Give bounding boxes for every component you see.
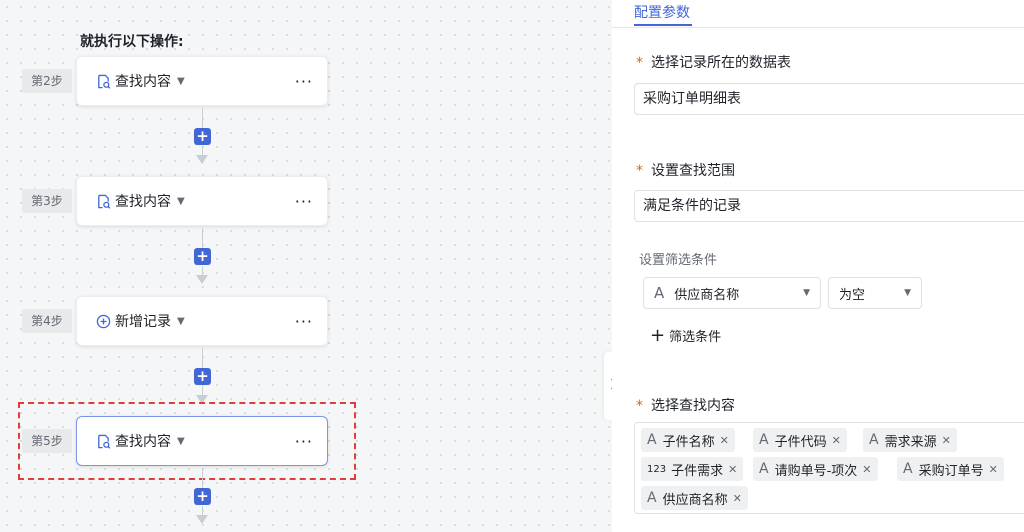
arrow-down-icon <box>196 515 208 524</box>
range-select[interactable]: 满足条件的记录 <box>634 190 1024 222</box>
step-card-5[interactable]: 查找内容 ▼ ··· <box>76 416 328 466</box>
content-tag: A 需求来源 ✕ <box>863 428 957 452</box>
step-label: 第2步 <box>22 69 72 93</box>
flow-canvas: 就执行以下操作: 第2步 查找内容 ▼ ··· + 第3步 查找内容 ▼ ···… <box>0 0 612 532</box>
add-step-button[interactable]: + <box>194 248 211 265</box>
remove-tag-icon[interactable]: ✕ <box>989 463 998 476</box>
step-label: 第4步 <box>22 309 72 333</box>
content-tag: A 子件代码 ✕ <box>753 428 847 452</box>
chevron-down-icon[interactable]: ▼ <box>177 76 185 87</box>
text-field-icon: A <box>647 432 657 448</box>
label-text: 选择查找内容 <box>651 398 735 414</box>
chevron-down-icon: ▼ <box>803 288 810 298</box>
tag-label: 请购单号-项次 <box>774 463 858 479</box>
content-tag: A 请购单号-项次 ✕ <box>753 457 878 481</box>
required-mark: * <box>636 398 643 414</box>
more-options-icon[interactable]: ··· <box>295 192 313 211</box>
content-tag: A 子件名称 ✕ <box>641 428 735 452</box>
add-step-button[interactable]: + <box>194 488 211 505</box>
range-field-label: * 设置查找范围 <box>636 160 735 180</box>
connector-line <box>202 468 203 488</box>
more-options-icon[interactable]: ··· <box>295 312 313 331</box>
search-record-icon <box>95 193 111 209</box>
step-label: 第3步 <box>22 189 72 213</box>
add-step-button[interactable]: + <box>194 368 211 385</box>
tab-active-indicator <box>634 24 692 26</box>
tag-label: 子件需求 <box>671 463 724 479</box>
number-field-icon: 123 <box>647 463 667 475</box>
remove-tag-icon[interactable]: ✕ <box>728 463 737 476</box>
config-panel: 配置参数 * 选择记录所在的数据表 采购订单明细表 * 设置查找范围 满足条件的记录… <box>612 0 1024 532</box>
filter-operator-select[interactable]: 为空 ▼ <box>828 277 922 309</box>
table-select[interactable]: 采购订单明细表 <box>634 83 1024 115</box>
arrow-down-icon <box>196 275 208 284</box>
filter-operator-value: 为空 <box>839 287 866 303</box>
tag-label: 子件代码 <box>774 434 827 450</box>
step-name: 查找内容 <box>115 434 171 450</box>
step-name: 新增记录 <box>115 314 171 330</box>
filter-field-value: 供应商名称 <box>674 287 740 303</box>
label-text: 选择记录所在的数据表 <box>651 55 791 71</box>
chevron-down-icon[interactable]: ▼ <box>177 436 185 447</box>
chevron-down-icon[interactable]: ▼ <box>177 196 185 207</box>
divider <box>612 27 1024 28</box>
required-mark: * <box>636 55 643 71</box>
chevron-down-icon[interactable]: ▼ <box>177 316 185 327</box>
arrow-down-icon <box>196 155 208 164</box>
search-record-icon <box>95 433 111 449</box>
content-tag: A 采购订单号 ✕ <box>897 457 1004 481</box>
step-name: 查找内容 <box>115 74 171 90</box>
label-text: 设置查找范围 <box>651 163 735 179</box>
add-filter-label: 筛选条件 <box>669 330 722 345</box>
search-record-icon <box>95 73 111 89</box>
text-field-icon: A <box>759 432 769 448</box>
step-card-3[interactable]: 查找内容 ▼ ··· <box>76 176 328 226</box>
step-name: 查找内容 <box>115 194 171 210</box>
more-options-icon[interactable]: ··· <box>295 72 313 91</box>
content-tag: 123 子件需求 ✕ <box>641 457 744 481</box>
add-step-button[interactable]: + <box>194 128 211 145</box>
required-mark: * <box>636 163 643 179</box>
tag-label: 供应商名称 <box>662 492 728 508</box>
tag-label: 采购订单号 <box>918 463 984 479</box>
content-field-label: * 选择查找内容 <box>636 395 735 415</box>
plus-icon: + <box>650 324 666 346</box>
tag-label: 需求来源 <box>884 434 937 450</box>
text-field-icon: A <box>759 461 769 477</box>
step-card-4[interactable]: 新增记录 ▼ ··· <box>76 296 328 346</box>
step-card-2[interactable]: 查找内容 ▼ ··· <box>76 56 328 106</box>
remove-tag-icon[interactable]: ✕ <box>862 463 871 476</box>
add-filter-button[interactable]: + 筛选条件 <box>650 326 721 345</box>
connector-line <box>202 348 203 368</box>
remove-tag-icon[interactable]: ✕ <box>832 434 841 447</box>
text-field-icon: A <box>903 461 913 477</box>
content-tag: A 供应商名称 ✕ <box>641 486 748 510</box>
remove-tag-icon[interactable]: ✕ <box>733 492 742 505</box>
tag-label: 子件名称 <box>662 434 715 450</box>
flow-title: 就执行以下操作: <box>80 34 184 50</box>
remove-tag-icon[interactable]: ✕ <box>942 434 951 447</box>
text-field-icon: A <box>654 284 665 302</box>
tab-config-params[interactable]: 配置参数 <box>634 2 690 22</box>
connector-line <box>202 228 203 248</box>
content-tags-input[interactable]: A 子件名称 ✕ A 子件代码 ✕ A 需求来源 ✕ 123 子件需求 ✕ A … <box>634 422 1024 514</box>
add-circle-icon <box>95 313 111 329</box>
table-field-label: * 选择记录所在的数据表 <box>636 52 791 72</box>
remove-tag-icon[interactable]: ✕ <box>720 434 729 447</box>
more-options-icon[interactable]: ··· <box>295 432 313 451</box>
connector-line <box>202 108 203 128</box>
text-field-icon: A <box>869 432 879 448</box>
text-field-icon: A <box>647 490 657 506</box>
filter-condition-label: 设置筛选条件 <box>639 253 718 268</box>
chevron-down-icon: ▼ <box>904 288 911 298</box>
filter-field-select[interactable]: A 供应商名称 ▼ <box>643 277 821 309</box>
step-label: 第5步 <box>22 429 72 453</box>
